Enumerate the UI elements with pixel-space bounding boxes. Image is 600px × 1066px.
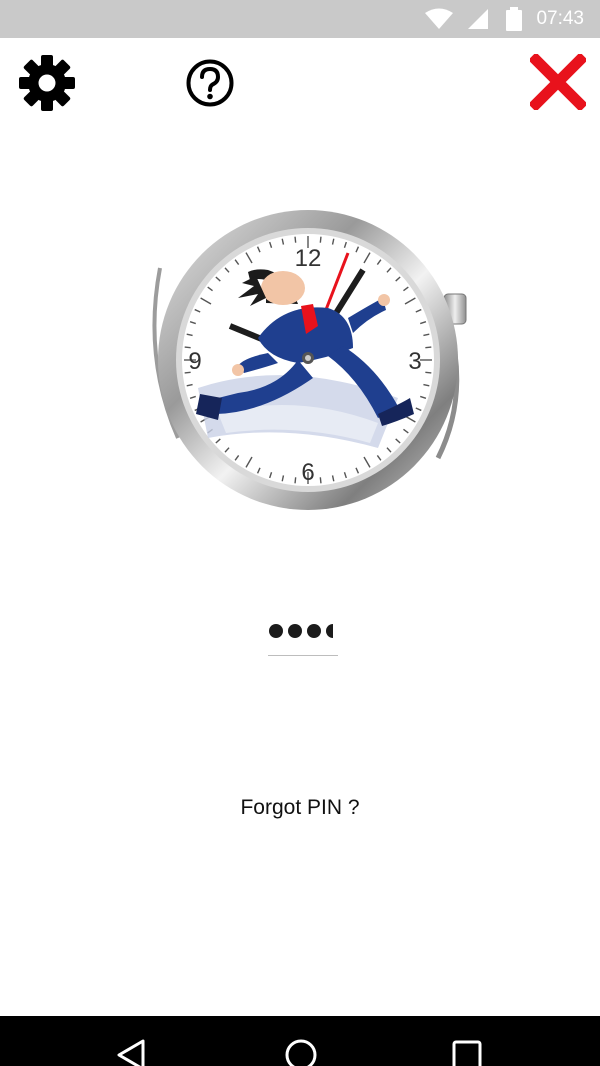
pin-dot — [326, 623, 333, 638]
question-circle-icon[interactable] — [185, 58, 235, 108]
dial-tick — [294, 236, 297, 243]
pin-input[interactable] — [268, 606, 338, 656]
dial-tick — [319, 236, 322, 243]
home-icon[interactable] — [284, 1038, 318, 1066]
dial-tick — [319, 477, 322, 484]
pin-lock-screen: 07:43 12 3 6 9 Forgot PIN ? — [0, 0, 600, 1066]
status-time: 07:43 — [536, 8, 584, 29]
dial-9: 9 — [188, 348, 201, 375]
running-man-watch-illustration: 12 3 6 9 — [152, 210, 467, 510]
navigation-bar — [0, 1016, 600, 1066]
recents-icon[interactable] — [450, 1038, 484, 1066]
back-icon[interactable] — [115, 1038, 149, 1066]
close-x-icon[interactable] — [530, 54, 586, 110]
dial-tick — [425, 346, 432, 349]
pin-dot — [269, 623, 283, 638]
status-bar: 07:43 — [0, 0, 600, 38]
gear-icon[interactable] — [18, 54, 76, 112]
pin-dot — [288, 623, 302, 638]
pin-dot — [307, 623, 321, 638]
dial-3: 3 — [408, 348, 421, 375]
forgot-pin-link[interactable]: Forgot PIN ? — [0, 796, 600, 820]
dial-tick — [294, 477, 297, 484]
dial-tick — [425, 371, 432, 374]
cell-signal-icon — [468, 9, 489, 29]
wifi-icon — [425, 8, 454, 29]
dial-12: 12 — [295, 245, 322, 272]
battery-icon — [506, 7, 523, 31]
dial-6: 6 — [301, 459, 314, 486]
toolbar — [0, 38, 600, 128]
